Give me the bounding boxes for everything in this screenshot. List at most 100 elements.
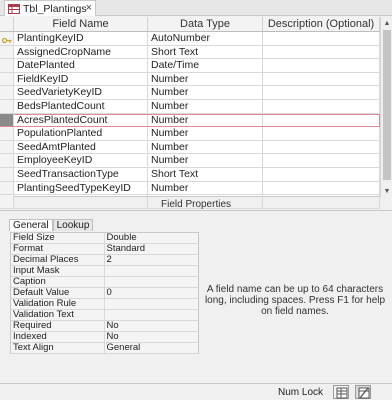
row-selector[interactable] [0, 32, 14, 45]
property-row[interactable]: Format Standard [11, 244, 199, 255]
property-row[interactable]: Text Align General [11, 343, 199, 354]
table-row[interactable]: SeedVarietyKeyID Number [0, 86, 380, 100]
description-cell[interactable] [263, 127, 380, 140]
property-row[interactable]: Input Mask [11, 266, 199, 277]
table-row[interactable]: BedsPlantedCount Number [0, 99, 380, 114]
description-cell[interactable] [263, 181, 380, 195]
row-selector[interactable] [0, 181, 14, 195]
row-selector[interactable] [0, 72, 14, 86]
description-cell[interactable] [263, 45, 380, 59]
property-value[interactable]: No [105, 332, 199, 342]
description-cell[interactable] [263, 140, 380, 154]
tab-lookup[interactable]: Lookup [52, 219, 94, 231]
table-row[interactable]: DatePlanted Date/Time [0, 59, 380, 73]
design-view-icon[interactable] [355, 385, 371, 399]
property-value[interactable]: General [105, 343, 199, 353]
data-type-cell[interactable]: Short Text [148, 45, 263, 59]
row-selector[interactable] [0, 154, 14, 167]
row-selector[interactable] [0, 59, 14, 72]
row-selector-header [0, 17, 14, 31]
property-value[interactable]: Standard [105, 244, 199, 254]
description-cell[interactable] [263, 72, 380, 86]
property-value[interactable] [105, 299, 199, 309]
property-row[interactable]: Validation Rule [11, 299, 199, 310]
field-name-cell[interactable]: AssignedCropName [14, 45, 148, 59]
data-type-cell[interactable]: Number [148, 154, 263, 167]
scroll-down-icon[interactable]: ▼ [381, 185, 392, 197]
row-selector[interactable] [0, 167, 14, 181]
data-type-cell[interactable]: Number [148, 127, 263, 140]
field-name-cell[interactable]: PlantingKeyID [14, 32, 148, 45]
vertical-scrollbar[interactable]: ▲ ▼ [380, 17, 392, 197]
scroll-thumb[interactable] [383, 30, 391, 180]
close-icon[interactable]: × [86, 2, 92, 14]
data-type-cell[interactable]: Number [148, 140, 263, 154]
row-selector[interactable] [0, 45, 14, 59]
row-selector[interactable] [0, 86, 14, 99]
row-selector[interactable] [0, 127, 14, 140]
description-cell[interactable] [263, 113, 380, 127]
description-header: Description (Optional) [263, 17, 380, 31]
description-cell[interactable] [263, 167, 380, 181]
row-selector[interactable] [0, 140, 14, 154]
property-value[interactable]: No [105, 321, 199, 331]
description-cell[interactable] [263, 32, 380, 45]
table-row[interactable]: PlantingKeyID AutoNumber [0, 32, 380, 46]
data-type-cell[interactable]: Number [148, 113, 263, 127]
property-value[interactable] [105, 277, 199, 287]
field-name-cell[interactable]: AcresPlantedCount [14, 113, 148, 127]
table-row[interactable]: SeedAmtPlanted Number [0, 140, 380, 155]
data-type-cell[interactable]: Number [148, 99, 263, 113]
data-type-cell[interactable]: Number [148, 72, 263, 86]
field-name-cell[interactable]: EmployeeKeyID [14, 154, 148, 167]
table-row[interactable]: SeedTransactionType Short Text [0, 167, 380, 182]
data-type-cell[interactable]: Number [148, 181, 263, 195]
property-row[interactable]: Required No [11, 321, 199, 332]
status-bar: Num Lock [0, 383, 392, 400]
table-row[interactable]: FieldKeyID Number [0, 72, 380, 87]
table-row[interactable]: EmployeeKeyID Number [0, 154, 380, 168]
data-type-cell[interactable]: Number [148, 86, 263, 99]
property-name: Decimal Places [11, 255, 105, 265]
description-cell[interactable] [263, 99, 380, 113]
field-properties-label: Field Properties [160, 199, 232, 210]
property-row[interactable]: Default Value 0 [11, 288, 199, 299]
field-name-cell[interactable]: FieldKeyID [14, 72, 148, 86]
field-name-cell[interactable]: PopulationPlanted [14, 127, 148, 140]
description-cell[interactable] [263, 86, 380, 99]
row-selector[interactable] [0, 99, 14, 113]
field-name-cell[interactable]: DatePlanted [14, 59, 148, 72]
property-row[interactable]: Indexed No [11, 332, 199, 343]
property-row[interactable]: Field Size Double [11, 233, 199, 244]
property-value[interactable] [105, 266, 199, 276]
field-name-cell[interactable]: PlantingSeedTypeKeyID [14, 181, 148, 195]
table-row[interactable]: AssignedCropName Short Text [0, 45, 380, 60]
tab-general[interactable]: General [9, 219, 53, 231]
property-value[interactable]: 2 [105, 255, 199, 265]
field-name-cell[interactable]: BedsPlantedCount [14, 99, 148, 113]
property-row[interactable]: Decimal Places 2 [11, 255, 199, 266]
document-tab[interactable]: Tbl_Plantings × [4, 0, 96, 16]
row-selector[interactable] [0, 113, 14, 127]
num-lock-indicator: Num Lock [278, 387, 324, 398]
scroll-up-icon[interactable]: ▲ [381, 17, 392, 29]
property-value[interactable] [105, 310, 199, 320]
datasheet-view-icon[interactable] [333, 385, 349, 399]
property-name: Caption [11, 277, 105, 287]
property-value[interactable]: 0 [105, 288, 199, 298]
property-row[interactable]: Validation Text [11, 310, 199, 321]
table-row[interactable]: AcresPlantedCount Number [0, 113, 380, 128]
data-type-cell[interactable]: Short Text [148, 167, 263, 181]
field-name-cell[interactable]: SeedAmtPlanted [14, 140, 148, 154]
table-design-grid: Field Name Data Type Description (Option… [0, 17, 392, 209]
table-row[interactable]: PopulationPlanted Number [0, 127, 380, 141]
property-value[interactable]: Double [105, 233, 199, 243]
data-type-cell[interactable]: Date/Time [148, 59, 263, 72]
field-name-cell[interactable]: SeedVarietyKeyID [14, 86, 148, 99]
table-row[interactable]: PlantingSeedTypeKeyID Number [0, 181, 380, 196]
description-cell[interactable] [263, 154, 380, 167]
data-type-cell[interactable]: AutoNumber [148, 32, 263, 45]
property-row[interactable]: Caption [11, 277, 199, 288]
description-cell[interactable] [263, 59, 380, 72]
field-name-cell[interactable]: SeedTransactionType [14, 167, 148, 181]
